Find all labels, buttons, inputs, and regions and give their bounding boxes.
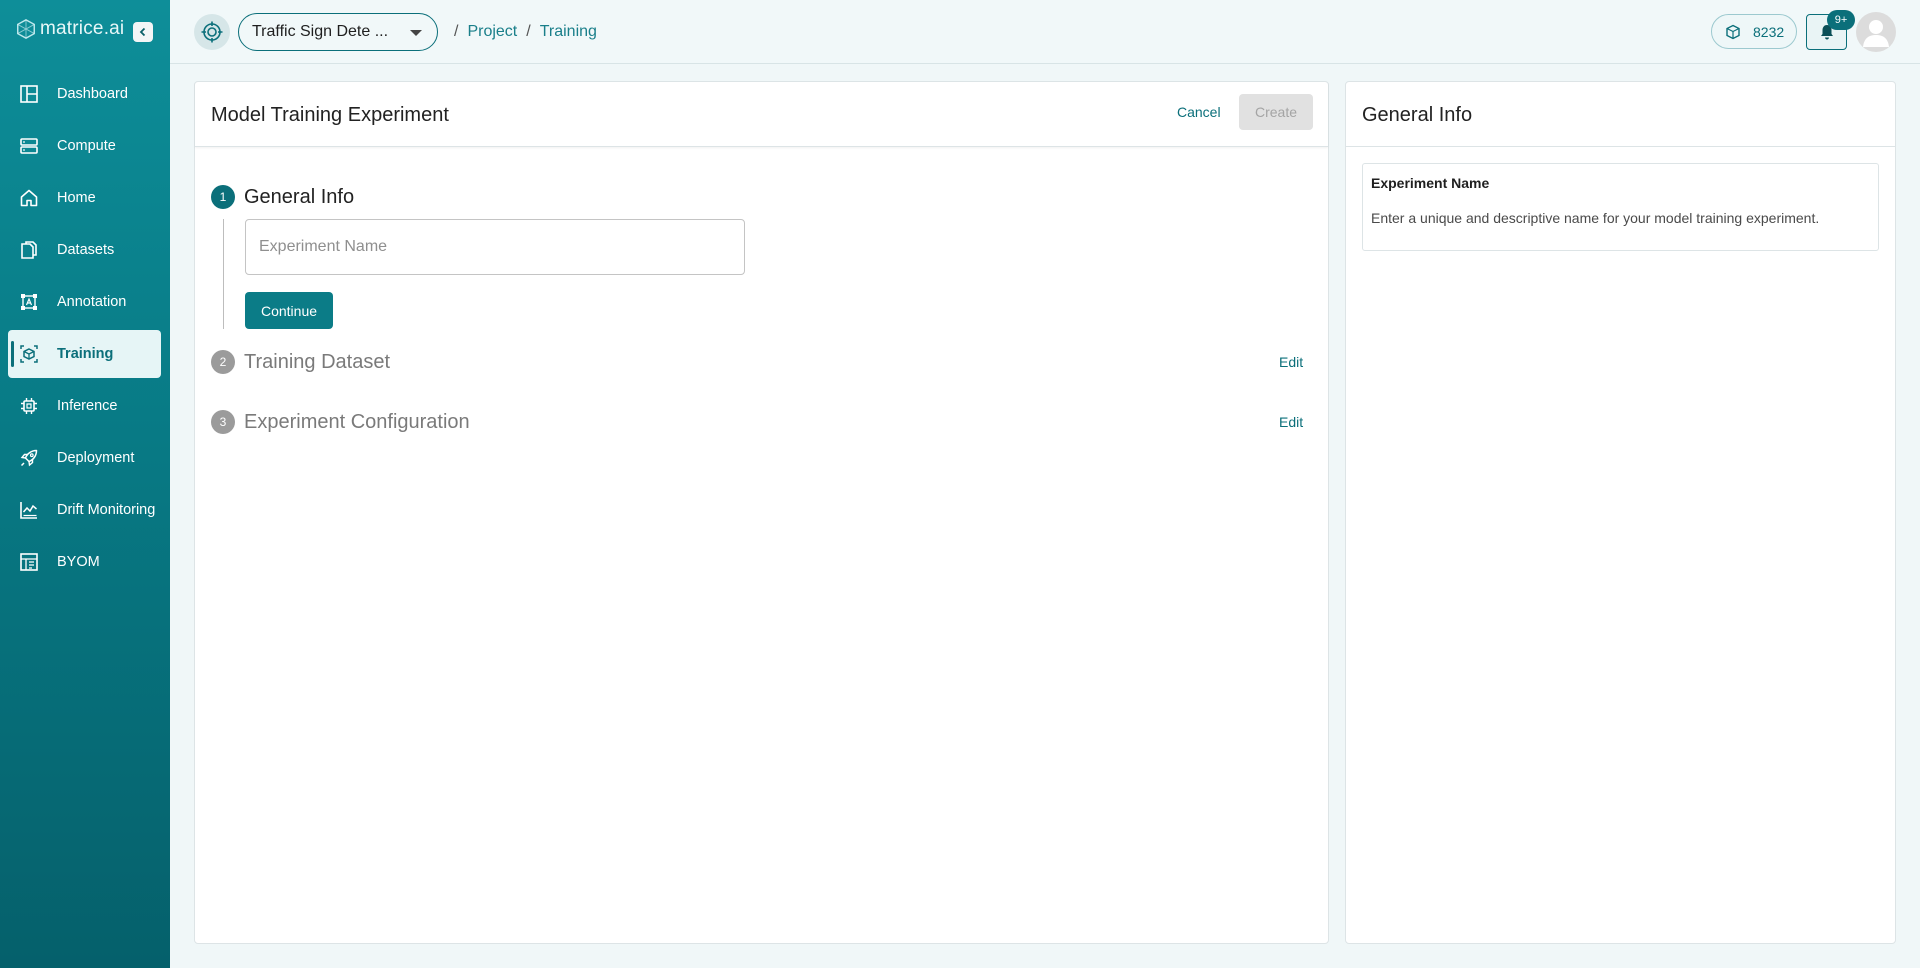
info-field-title: Experiment Name <box>1371 175 1490 191</box>
breadcrumb-training[interactable]: Training <box>540 23 597 41</box>
sidebar-item-label: Dashboard <box>57 86 128 102</box>
matrice-logo-icon <box>17 18 35 40</box>
step-experiment-configuration: 3 Experiment Configuration <box>211 410 470 434</box>
topbar: Traffic Sign Dete ... / Project / Traini… <box>170 0 1920 64</box>
sidebar-item-home[interactable]: Home <box>8 174 161 222</box>
sidebar: matrice.ai Dashboard Compute Home Datase… <box>0 0 170 968</box>
rocket-icon <box>18 447 40 469</box>
sidebar-item-label: Training <box>57 346 114 362</box>
notification-badge: 9+ <box>1827 10 1855 30</box>
credits-button[interactable]: 8232 <box>1711 14 1797 49</box>
brand-name: matrice.ai <box>40 18 125 39</box>
sidebar-nav: Dashboard Compute Home Datasets Annotati… <box>8 70 161 590</box>
step-connector <box>223 219 224 329</box>
chip-icon <box>18 395 40 417</box>
step-label: Experiment Configuration <box>244 410 470 433</box>
sidebar-item-compute[interactable]: Compute <box>8 122 161 170</box>
target-icon <box>201 21 223 43</box>
create-button[interactable]: Create <box>1239 94 1313 130</box>
edit-training-dataset-button[interactable]: Edit <box>1279 354 1303 370</box>
cube-icon <box>1726 24 1740 39</box>
info-header: General Info <box>1346 82 1895 147</box>
chart-icon <box>18 499 40 521</box>
edit-experiment-configuration-button[interactable]: Edit <box>1279 414 1303 430</box>
breadcrumb-separator: / <box>526 23 531 40</box>
sidebar-item-drift-monitoring[interactable]: Drift Monitoring <box>8 486 161 534</box>
project-selector[interactable]: Traffic Sign Dete ... <box>238 13 438 51</box>
step-number: 3 <box>211 410 235 434</box>
step-number: 1 <box>211 185 235 209</box>
sidebar-item-label: Datasets <box>57 242 115 258</box>
sidebar-item-label: Deployment <box>57 450 135 466</box>
brand-logo[interactable]: matrice.ai <box>15 18 124 40</box>
info-panel: General Info Experiment Name Enter a uni… <box>1345 81 1896 944</box>
project-icon[interactable] <box>194 14 230 50</box>
collapse-sidebar-button[interactable] <box>133 22 153 42</box>
dashboard-icon <box>18 83 40 105</box>
chevron-left-icon <box>139 27 146 37</box>
experiment-name-input[interactable] <box>245 219 745 275</box>
sidebar-item-byom[interactable]: BYOM <box>8 538 161 586</box>
cancel-button[interactable]: Cancel <box>1173 102 1225 122</box>
model-icon <box>18 551 40 573</box>
avatar[interactable] <box>1856 12 1896 52</box>
sidebar-item-label: Inference <box>57 398 118 414</box>
sidebar-item-deployment[interactable]: Deployment <box>8 434 161 482</box>
sidebar-item-training[interactable]: Training <box>8 330 161 378</box>
step-training-dataset: 2 Training Dataset <box>211 350 390 374</box>
sidebar-item-label: BYOM <box>57 554 100 570</box>
caret-down-icon <box>410 30 422 36</box>
server-icon <box>18 135 40 157</box>
step-label: General Info <box>244 185 355 208</box>
page-title: Model Training Experiment <box>211 104 449 126</box>
breadcrumb-project[interactable]: Project <box>467 23 517 41</box>
step-label: Training Dataset <box>244 350 390 373</box>
step-general-info: 1 General Info <box>211 185 354 209</box>
cube-icon <box>18 343 40 365</box>
breadcrumb: / Project / Training <box>445 23 597 41</box>
sidebar-item-label: Drift Monitoring <box>57 502 156 518</box>
files-icon <box>18 239 40 261</box>
user-icon <box>1863 20 1889 47</box>
home-icon <box>18 187 40 209</box>
sidebar-item-dashboard[interactable]: Dashboard <box>8 70 161 118</box>
info-field-description: Enter a unique and descriptive name for … <box>1371 210 1820 226</box>
experiment-form-card: Model Training Experiment Cancel Create … <box>194 81 1329 944</box>
annotation-icon <box>18 291 40 313</box>
sidebar-item-label: Annotation <box>57 294 127 310</box>
project-name: Traffic Sign Dete ... <box>252 23 389 40</box>
sidebar-item-inference[interactable]: Inference <box>8 382 161 430</box>
sidebar-item-annotation[interactable]: Annotation <box>8 278 161 326</box>
continue-button[interactable]: Continue <box>245 292 333 329</box>
credits-count: 8232 <box>1753 23 1785 40</box>
sidebar-item-label: Home <box>57 190 96 206</box>
sidebar-item-datasets[interactable]: Datasets <box>8 226 161 274</box>
breadcrumb-separator: / <box>454 23 459 40</box>
card-header: Model Training Experiment Cancel Create <box>195 82 1328 147</box>
step-number: 2 <box>211 350 235 374</box>
sidebar-item-label: Compute <box>57 138 116 154</box>
info-title: General Info <box>1362 104 1473 126</box>
info-box: Experiment Name Enter a unique and descr… <box>1362 163 1879 251</box>
